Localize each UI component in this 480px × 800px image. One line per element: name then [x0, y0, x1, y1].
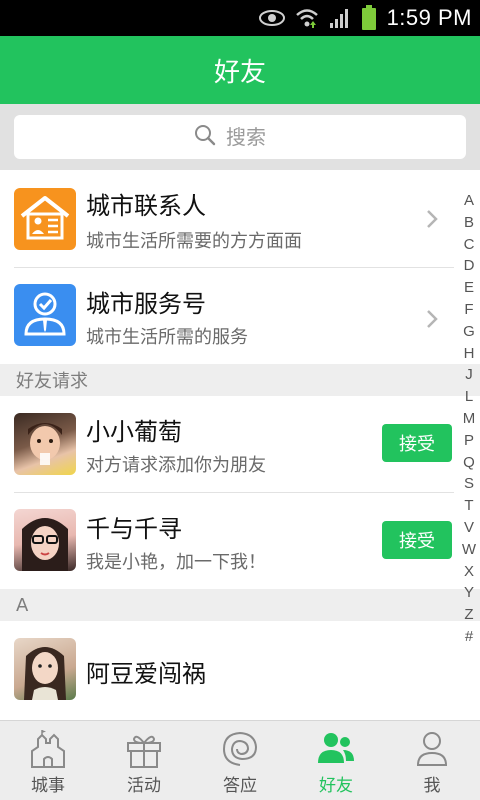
- index-letter[interactable]: P: [458, 430, 480, 452]
- bottom-tab-bar: 城事 活动 答应 好友 我: [0, 720, 480, 800]
- friend-message: 对方请求添加你为朋友: [86, 455, 266, 476]
- avatar[interactable]: [14, 509, 76, 571]
- tab-respond[interactable]: 答应: [192, 721, 288, 800]
- gift-icon: [124, 729, 164, 769]
- swirl-icon: [220, 729, 260, 769]
- avatar[interactable]: [14, 413, 76, 475]
- tab-label: 我: [423, 776, 441, 796]
- row-title: 城市联系人: [86, 192, 206, 220]
- status-bar: 1:59 PM: [0, 0, 480, 36]
- index-letter[interactable]: F: [458, 299, 480, 321]
- city-contacts-row[interactable]: 城市联系人 城市生活所需要的方方面面: [0, 170, 480, 268]
- search-icon: [194, 124, 216, 150]
- city-service-row[interactable]: 城市服务号 城市生活所需的服务: [0, 268, 480, 364]
- row-subtitle: 城市生活所需的服务: [86, 327, 248, 348]
- index-letter[interactable]: Y: [458, 582, 480, 604]
- section-header-friend-requests: 好友请求: [0, 364, 480, 396]
- page-title: 好友: [213, 57, 266, 88]
- castle-icon: [28, 729, 68, 769]
- index-letter[interactable]: V: [458, 517, 480, 539]
- friend-name: 小小葡萄: [86, 418, 182, 446]
- wifi-icon: [295, 7, 319, 29]
- index-letter[interactable]: C: [458, 234, 480, 256]
- friends-icon: [316, 729, 356, 769]
- index-letter[interactable]: G: [458, 321, 480, 343]
- index-letter[interactable]: #: [458, 626, 480, 648]
- index-letter[interactable]: L: [458, 386, 480, 408]
- accept-button[interactable]: 接受: [382, 424, 452, 462]
- section-header-a: A: [0, 589, 480, 621]
- signal-icon: [329, 7, 351, 29]
- service-account-icon: [14, 284, 76, 346]
- tab-label: 活动: [127, 776, 161, 796]
- tab-label: 答应: [223, 776, 257, 796]
- friend-request-row[interactable]: 小小葡萄 对方请求添加你为朋友 接受: [0, 396, 480, 492]
- eye-icon: [258, 9, 285, 27]
- contacts-house-icon: [14, 188, 76, 250]
- friend-message: 我是小艳，加一下我！: [86, 552, 266, 573]
- index-letter[interactable]: J: [458, 364, 480, 386]
- row-title: 城市服务号: [86, 290, 206, 318]
- section-label: A: [16, 594, 29, 616]
- search-input[interactable]: [226, 125, 286, 149]
- avatar[interactable]: [14, 638, 76, 700]
- contact-row[interactable]: 阿豆爱闯祸: [0, 621, 480, 719]
- index-letter[interactable]: M: [458, 408, 480, 430]
- index-letter[interactable]: E: [458, 277, 480, 299]
- friend-name: 千与千寻: [86, 515, 182, 543]
- index-letter[interactable]: Q: [458, 452, 480, 474]
- index-letter[interactable]: W: [458, 539, 480, 561]
- tab-label: 城事: [31, 776, 65, 796]
- row-subtitle: 城市生活所需要的方方面面: [86, 231, 302, 252]
- index-letter[interactable]: B: [458, 212, 480, 234]
- chevron-right-icon: [424, 208, 440, 234]
- status-time: 1:59 PM: [386, 5, 472, 30]
- person-icon: [412, 729, 452, 769]
- tab-activities[interactable]: 活动: [96, 721, 192, 800]
- index-letter[interactable]: H: [458, 343, 480, 365]
- index-letter[interactable]: S: [458, 473, 480, 495]
- friend-request-row[interactable]: 千与千寻 我是小艳，加一下我！ 接受: [0, 493, 480, 589]
- section-label: 好友请求: [16, 371, 88, 392]
- search-box[interactable]: [14, 115, 466, 159]
- index-letter[interactable]: D: [458, 255, 480, 277]
- tab-me[interactable]: 我: [384, 721, 480, 800]
- accept-button[interactable]: 接受: [382, 521, 452, 559]
- chevron-right-icon: [424, 308, 440, 334]
- battery-icon: [361, 5, 377, 31]
- index-letter[interactable]: A: [458, 190, 480, 212]
- tab-friends[interactable]: 好友: [288, 721, 384, 800]
- index-letter[interactable]: X: [458, 561, 480, 583]
- index-letter[interactable]: T: [458, 495, 480, 517]
- contact-name: 阿豆爱闯祸: [86, 660, 206, 688]
- search-area: [0, 104, 480, 170]
- index-letter[interactable]: Z: [458, 604, 480, 626]
- tab-city-events[interactable]: 城事: [0, 721, 96, 800]
- title-bar: 好友: [0, 36, 480, 104]
- alphabet-index-bar[interactable]: A B C D E F G H J L M P Q S T V W X Y Z #: [458, 190, 480, 648]
- tab-label: 好友: [319, 776, 353, 796]
